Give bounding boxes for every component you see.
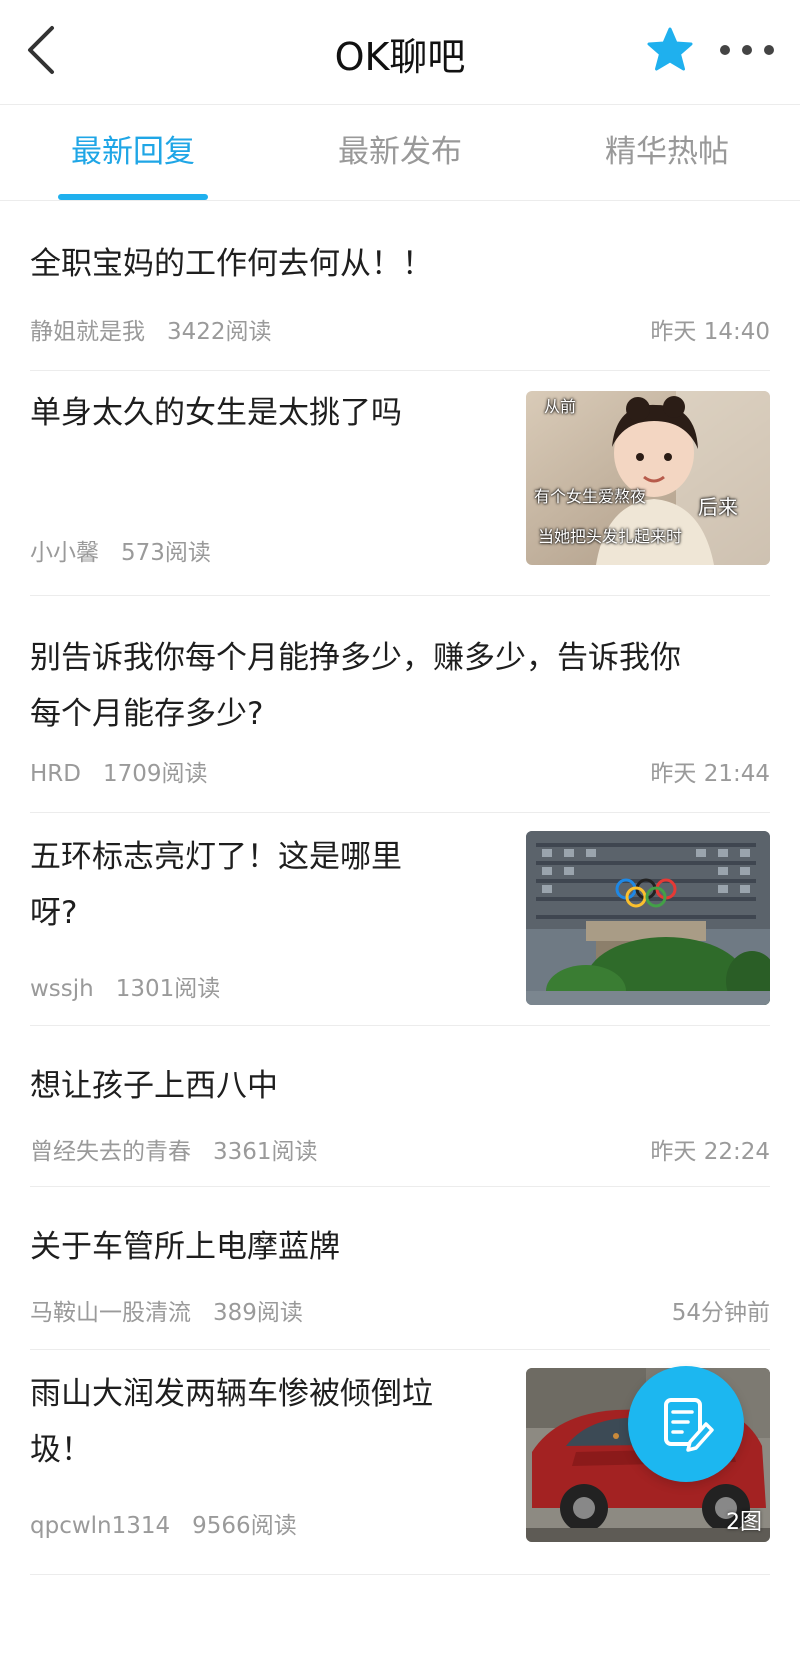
post-meta: HRD 1709阅读	[30, 754, 208, 788]
thumb-caption: 当她把头发扎起来时	[538, 527, 683, 546]
post-meta: 静姐就是我 3422阅读	[30, 312, 272, 346]
post-title-line: 雨山大润发两辆车惨被倾倒垃	[30, 1376, 433, 1412]
post-author: 马鞍山一股清流	[30, 1300, 191, 1326]
post-title: 想让孩子上西八中	[30, 1068, 278, 1104]
tab-bar: 最新回复 最新发布 精华热帖	[0, 104, 800, 201]
top-bar: OK聊吧	[0, 0, 800, 105]
tab-latest-reply[interactable]: 最新回复	[0, 104, 266, 200]
post-title-line: 圾！	[30, 1432, 92, 1468]
post-item[interactable]: 单身太久的女生是太挑了吗 小小馨 573阅读 从前 有个女生爱熬夜 后来 当她把…	[30, 371, 770, 596]
post-meta: 小小馨 573阅读	[30, 533, 211, 567]
post-reads: 9566阅读	[192, 1513, 297, 1539]
post-author: qpcwln1314	[30, 1513, 171, 1539]
post-time: 昨天 22:24	[650, 1139, 770, 1165]
post-author: 静姐就是我	[30, 319, 145, 345]
more-button[interactable]	[716, 36, 778, 64]
post-title-line: 每个月能存多少?	[30, 696, 264, 732]
favorite-button[interactable]	[646, 26, 694, 74]
compose-post-button[interactable]	[628, 1366, 744, 1482]
thumb-caption: 后来	[698, 495, 738, 519]
post-time: 54分钟前	[671, 1300, 770, 1326]
post-item[interactable]: 别告诉我你每个月能挣多少，赚多少，告诉我你 每个月能存多少? HRD 1709阅读…	[30, 596, 770, 813]
thumb-caption: 有个女生爱熬夜	[534, 487, 647, 506]
more-horizontal-icon	[720, 45, 774, 55]
post-title-line: 别告诉我你每个月能挣多少，赚多少，告诉我你	[30, 640, 681, 676]
post-item[interactable]: 五环标志亮灯了！这是哪里 呀? wssjh 1301阅读	[30, 813, 770, 1026]
image-count-badge: 2图	[726, 1510, 762, 1535]
tab-featured-posts[interactable]: 精华热帖	[534, 104, 800, 200]
post-author: 曾经失去的青春	[30, 1139, 191, 1165]
post-reads: 1709阅读	[103, 761, 208, 787]
post-title: 全职宝妈的工作何去何从！！	[30, 246, 433, 282]
compose-edit-icon	[664, 1398, 714, 1452]
post-reads: 389阅读	[213, 1300, 303, 1326]
thumb-caption: 从前	[544, 397, 577, 416]
post-author: HRD	[30, 761, 81, 787]
post-title-line: 呀?	[30, 895, 78, 931]
post-title: 单身太久的女生是太挑了吗	[30, 395, 402, 431]
post-meta: wssjh 1301阅读	[30, 969, 220, 1003]
post-reads: 3361阅读	[213, 1139, 318, 1165]
post-reads: 3422阅读	[167, 319, 272, 345]
post-reads: 573阅读	[121, 540, 211, 566]
post-meta: 马鞍山一股清流 389阅读	[30, 1293, 303, 1327]
post-thumbnail: 从前 有个女生爱熬夜 后来 当她把头发扎起来时	[526, 391, 770, 565]
post-item[interactable]: 全职宝妈的工作何去何从！！ 静姐就是我 3422阅读 昨天 14:40	[30, 200, 770, 371]
post-item[interactable]: 关于车管所上电摩蓝牌 马鞍山一股清流 389阅读 54分钟前	[30, 1187, 770, 1350]
post-thumbnail	[526, 831, 770, 1005]
post-time: 昨天 14:40	[650, 319, 770, 345]
post-reads: 1301阅读	[115, 976, 221, 1002]
post-item[interactable]: 想让孩子上西八中 曾经失去的青春 3361阅读 昨天 22:24	[30, 1026, 770, 1187]
post-time: 昨天 21:44	[650, 761, 770, 787]
post-title: 关于车管所上电摩蓝牌	[30, 1229, 340, 1265]
star-icon	[647, 27, 693, 71]
tab-latest-posts[interactable]: 最新发布	[266, 104, 534, 200]
post-meta: qpcwln1314 9566阅读	[30, 1506, 297, 1540]
post-title-line: 五环标志亮灯了！这是哪里	[30, 839, 402, 875]
post-author: 小小馨	[30, 540, 99, 566]
post-meta: 曾经失去的青春 3361阅读	[30, 1132, 318, 1166]
post-author: wssjh	[30, 976, 94, 1002]
